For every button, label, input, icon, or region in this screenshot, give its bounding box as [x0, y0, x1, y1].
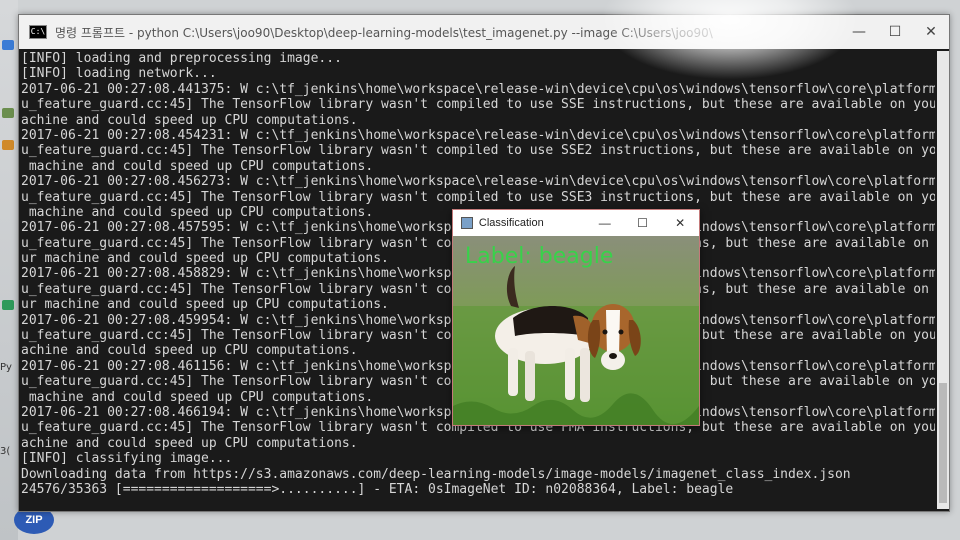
desktop-icon-label: Py [0, 362, 12, 373]
console-line: u_feature_guard.cc:45] The TensorFlow li… [21, 97, 935, 113]
console-line: 24576/35363 [===================>.......… [21, 481, 734, 497]
console-line: 2017-06-21 00:27:08.456273: W c:\tf_jenk… [21, 174, 935, 190]
classification-window[interactable]: Classification — ☐ ✕ Label: beagle [452, 209, 700, 426]
zip-icon-label: ZIP [25, 514, 43, 526]
console-line: [INFO] classifying image... [21, 451, 233, 467]
console-line: u_feature_guard.cc:45] The TensorFlow li… [21, 189, 935, 205]
classification-label: Label: beagle [465, 244, 614, 269]
console-line: 2017-06-21 00:27:08.454231: W c:\tf_jenk… [21, 127, 935, 143]
maximize-button[interactable]: ☐ [624, 210, 662, 236]
desktop-app-icon[interactable] [2, 300, 14, 310]
console-line: [INFO] loading and preprocessing image..… [21, 51, 342, 66]
desktop-app-icon[interactable] [2, 140, 14, 150]
command-prompt-titlebar[interactable]: C:\ 명령 프롬프트 - python C:\Users\joo90\Desk… [19, 15, 949, 49]
console-line: u_feature_guard.cc:45] The TensorFlow li… [21, 143, 935, 159]
command-prompt-icon: C:\ [29, 25, 47, 39]
console-line: machine and could speed up CPU computati… [21, 158, 374, 174]
console-line: 2017-06-21 00:27:08.441375: W c:\tf_jenk… [21, 81, 935, 97]
desktop-app-icon[interactable] [2, 40, 14, 50]
close-button[interactable]: ✕ [913, 15, 949, 49]
minimize-button[interactable]: — [586, 210, 624, 236]
console-line: achine and could speed up CPU computatio… [21, 112, 358, 128]
console-line: [INFO] loading network... [21, 66, 217, 82]
classification-titlebar[interactable]: Classification — ☐ ✕ [453, 210, 699, 236]
classification-title: Classification [478, 217, 544, 229]
desktop-icon-label: 3( [0, 446, 11, 457]
desktop-left-strip: Py 3( [0, 0, 18, 540]
image-window-icon [461, 217, 473, 229]
close-button[interactable]: ✕ [661, 210, 699, 236]
scrollbar-thumb[interactable] [939, 383, 947, 503]
console-line: achine and could speed up CPU computatio… [21, 435, 358, 451]
vertical-scrollbar[interactable] [937, 51, 949, 509]
minimize-button[interactable]: — [841, 15, 877, 49]
classified-image: Label: beagle [453, 236, 699, 425]
maximize-button[interactable]: ☐ [877, 15, 913, 49]
console-line: Downloading data from https://s3.amazona… [21, 466, 851, 482]
window-title: 명령 프롬프트 - python C:\Users\joo90\Desktop\… [55, 25, 713, 40]
desktop-app-icon[interactable] [2, 108, 14, 118]
